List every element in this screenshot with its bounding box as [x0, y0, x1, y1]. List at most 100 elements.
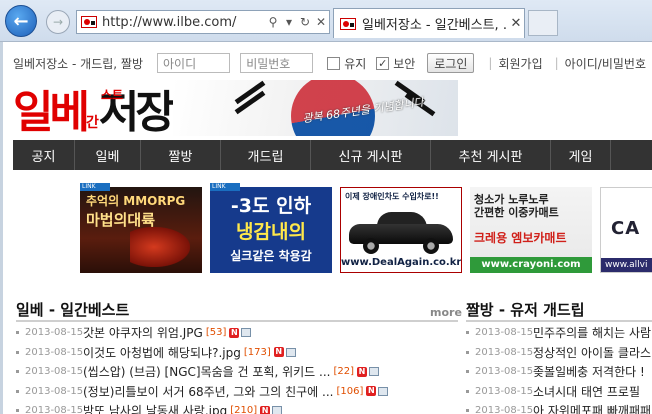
comment-count: [22] [333, 366, 354, 378]
post-title[interactable]: (씹스압) (브금) [NGC]목숨을 건 포획, 위키드 ... [83, 363, 330, 380]
board-title-ilbe[interactable]: 일베 - 일간베스트 [16, 299, 129, 320]
browser-tab[interactable]: 일베저장소 - 일간베스트, ... ✕ [333, 8, 525, 38]
secure-login-checkbox[interactable]: ✓ [376, 56, 390, 70]
arrow-left-icon: ← [13, 10, 29, 32]
post-title[interactable]: 갓본 야쿠자의 위엄.JPG [83, 324, 203, 341]
stop-icon[interactable]: ✕ [313, 15, 329, 29]
post-date: 2013-08-15 [475, 327, 534, 339]
list-item[interactable]: 2013-08-15 갓본 야쿠자의 위엄.JPG [53] N [16, 323, 461, 343]
post-date: 2013-08-15 [475, 346, 534, 358]
nav-recommended-boards[interactable]: 추천 게시판 [431, 140, 551, 170]
search-icon[interactable]: ⚲ [265, 15, 281, 29]
login-button[interactable]: 로그인 [427, 53, 475, 73]
list-item[interactable]: 2013-08-15 (정보)리틀보이 서거 68주년, 그와 그의 친구에 .… [16, 382, 461, 402]
ad-text: 추억의 MMORPG [86, 194, 186, 208]
post-date: 2013-08-15 [25, 366, 84, 378]
id-input[interactable]: 아이디 [157, 53, 231, 73]
ad-partial[interactable]: CA www.allvi [600, 187, 652, 273]
image-attachment-icon [272, 406, 283, 414]
dragon-image [130, 227, 190, 267]
ad-text: CA [611, 218, 641, 239]
nav-ilbe[interactable]: 일베 [75, 140, 141, 170]
ilbe-post-list: 2013-08-15 갓본 야쿠자의 위엄.JPG [53] N 2013-08… [16, 323, 461, 414]
arrow-right-icon: → [52, 15, 64, 29]
site-title: 일베저장소 - 개드립, 짤방 [13, 56, 143, 71]
nav-notice[interactable]: 공지 [13, 140, 75, 170]
list-item[interactable]: 2013-08-15 방또 남사의 날동새 사랑.jpg [210] N [16, 401, 461, 414]
close-tab-icon[interactable]: ✕ [508, 16, 524, 31]
list-item[interactable]: 2013-08-15 정상적인 아이돌 클라스 [466, 343, 652, 363]
list-item[interactable]: 2013-08-15 이것도 아청법에 해당되냐?.jpg [173] N [16, 343, 461, 363]
site-favicon-icon [81, 16, 97, 28]
address-bar[interactable]: http://www.ilbe.com/ ⚲ ▾ ↻ ✕ [76, 10, 330, 34]
nav-jjalbang[interactable]: 짤방 [141, 140, 221, 170]
logo-part-red: 일베 [13, 87, 90, 138]
back-button[interactable]: ← [5, 5, 37, 37]
post-title[interactable]: 이것도 아청법에 해당되냐?.jpg [83, 344, 241, 361]
keep-login-label: 유지 [344, 56, 367, 71]
ad-url: www.DealAgain.co.kr [341, 257, 462, 268]
new-badge-icon: N [356, 366, 367, 377]
list-item[interactable]: 2013-08-15 아 자위메포패 빠깨패패 [466, 401, 652, 414]
image-attachment-icon [368, 367, 379, 377]
ad-car[interactable]: 이제 장애인차도 수입차로!! www.DealAgain.co.kr [340, 187, 462, 273]
password-input[interactable]: 비밀번호 [240, 53, 314, 73]
forward-button[interactable]: → [46, 10, 70, 34]
nav-game[interactable]: 게임 [551, 140, 611, 170]
board-title-jjalbang[interactable]: 짤방 - 유저 개드립 [466, 299, 585, 320]
jjalbang-post-list: 2013-08-15 민주주의를 해치는 사람 2013-08-15 정상적인 … [466, 323, 652, 414]
comment-count: [106] [336, 385, 364, 397]
post-date: 2013-08-15 [25, 346, 84, 358]
post-date: 2013-08-15 [25, 327, 84, 339]
post-title[interactable]: 민주주의를 해치는 사람 [533, 324, 651, 341]
post-date: 2013-08-15 [475, 366, 534, 378]
list-item[interactable]: 2013-08-15 좆볼일베충 저격한다 ! [466, 362, 652, 382]
ad-text: 크레용 엠보카매트 [474, 231, 567, 245]
logo-superscript: 스트 [101, 88, 124, 102]
car-image [349, 212, 453, 254]
more-link[interactable]: more [430, 306, 462, 319]
new-badge-icon: N [366, 386, 377, 397]
ad-mmorpg[interactable]: 추억의 MMORPG 마법의대륙 [80, 187, 202, 273]
list-item[interactable]: 2013-08-15 소녀시대 태연 프로필 [466, 382, 652, 402]
ad-url: www.allvi [601, 258, 652, 272]
post-date: 2013-08-15 [475, 405, 534, 414]
nav-gaedrip[interactable]: 개드립 [221, 140, 311, 170]
ad-text: 이제 장애인차도 수입차로!! [345, 192, 439, 201]
dropdown-arrow-icon[interactable]: ▾ [281, 15, 297, 29]
post-title[interactable]: 소녀시대 태연 프로필 [533, 383, 640, 400]
new-badge-icon: N [229, 327, 240, 338]
ad-car-mat[interactable]: 청소가 노루노루 간편한 이중카매트 크레용 엠보카매트 www.crayoni.… [470, 187, 592, 273]
post-title[interactable]: (정보)리틀보이 서거 68주년, 그와 그의 친구에 ... [83, 383, 333, 400]
list-item[interactable]: 2013-08-15 민주주의를 해치는 사람 [466, 323, 652, 343]
post-title[interactable]: 아 자위메포패 빠깨패패 [533, 402, 651, 414]
new-tab-button[interactable] [528, 10, 558, 36]
post-date: 2013-08-15 [25, 385, 84, 397]
url-text[interactable]: http://www.ilbe.com/ [102, 15, 265, 30]
keep-login-checkbox[interactable] [327, 56, 341, 70]
tab-favicon-icon [340, 17, 356, 30]
nav-new-boards[interactable]: 신규 게시판 [311, 140, 431, 170]
liberation-day-banner: 광복 68주년을 기념합니다 [173, 80, 458, 136]
post-title[interactable]: 정상적인 아이돌 클라스 [533, 344, 651, 361]
logo-part-small: 간 [85, 115, 99, 131]
divider: | [554, 56, 559, 70]
ad-cooling-underwear[interactable]: -3도 인하 냉감내의 실크같은 착용감 [210, 187, 332, 273]
comment-count: [210] [230, 405, 258, 414]
ad-text: -3도 인하 [230, 195, 312, 217]
new-badge-icon: N [273, 347, 284, 358]
tab-title: 일베저장소 - 일간베스트, ... [362, 18, 508, 33]
post-title[interactable]: 좆볼일베충 저격한다 ! [533, 363, 645, 380]
post-title[interactable]: 방또 남사의 날동새 사랑.jpg [83, 402, 227, 414]
comment-count: [173] [243, 346, 271, 358]
refresh-icon[interactable]: ↻ [297, 15, 313, 29]
list-item[interactable]: 2013-08-15 (씹스압) (브금) [NGC]목숨을 건 포획, 위키드… [16, 362, 461, 382]
signup-link[interactable]: 회원가입 [498, 55, 542, 72]
main-nav: 공지 일베 짤방 개드립 신규 게시판 추천 게시판 게임 [13, 140, 652, 170]
board-divider [466, 320, 652, 322]
find-account-link[interactable]: 아이디/비밀번호 [565, 55, 646, 72]
site-logo[interactable]: 일베 간 저장소 스트 광복 68주년을 기념합니다 [13, 80, 458, 138]
page-content: 일베저장소 - 개드립, 짤방 아이디 비밀번호 유지 ✓ 보안 로그인 | 회… [0, 42, 652, 414]
divider: | [488, 56, 493, 70]
image-attachment-icon [285, 347, 296, 357]
